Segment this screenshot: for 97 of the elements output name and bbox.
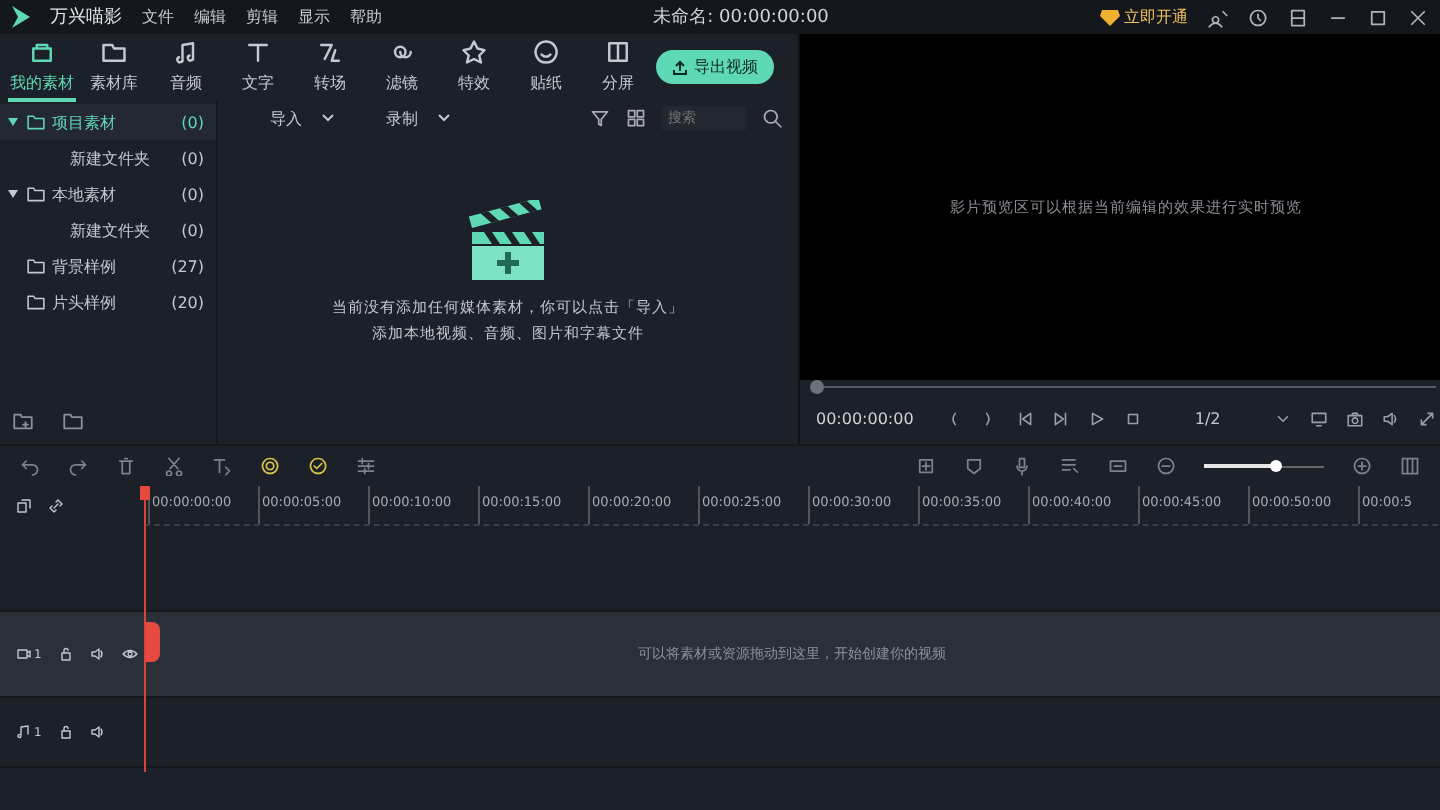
folder-icon[interactable] [62, 412, 84, 432]
user-icon[interactable] [1208, 7, 1228, 27]
music-note-icon [16, 724, 32, 740]
sliders-icon[interactable] [356, 456, 376, 476]
category-tab[interactable]: 滤镜 [368, 33, 436, 101]
project-title: 未命名: 00:00:00:00 [653, 5, 829, 30]
sticker-icon [532, 37, 560, 65]
folder-item[interactable]: 片头样例 (20) [0, 284, 216, 320]
monitor-icon[interactable] [1309, 409, 1328, 427]
folder-icon [26, 113, 46, 131]
menu-item[interactable]: 帮助 [350, 6, 382, 28]
marker-icon[interactable] [964, 456, 984, 476]
undo-icon[interactable] [20, 456, 40, 476]
folder-item[interactable]: 本地素材 (0) [0, 176, 216, 212]
item-count: (20) [171, 293, 204, 311]
previous-frame-icon[interactable] [1015, 409, 1034, 427]
menu-item[interactable]: 文件 [142, 6, 174, 28]
item-count: (27) [171, 257, 204, 275]
link-icon[interactable] [48, 498, 64, 514]
speaker-icon[interactable] [89, 724, 106, 740]
stop-icon[interactable] [1123, 409, 1142, 427]
category-tab[interactable]: 文字 [224, 33, 292, 101]
maximize-icon[interactable] [1368, 7, 1388, 27]
category-tab[interactable]: 音频 [152, 33, 220, 101]
grid-icon[interactable] [626, 108, 646, 128]
vip-button[interactable]: 立即开通 [1100, 6, 1188, 28]
subtitle-icon[interactable] [1108, 456, 1128, 476]
zoom-out-icon[interactable] [1156, 456, 1176, 476]
zoom-in-icon[interactable] [1352, 456, 1372, 476]
item-count: (0) [181, 113, 204, 131]
app-name: 万兴喵影 [50, 5, 122, 30]
lock-icon[interactable] [57, 724, 74, 740]
menu-item[interactable]: 显示 [298, 6, 330, 28]
item-count: (0) [181, 221, 204, 239]
folder-name: 新建文件夹 [70, 147, 150, 169]
new-folder-icon[interactable] [12, 412, 34, 432]
folder-item[interactable]: 新建文件夹 (0) [0, 212, 216, 248]
search-icon[interactable] [762, 108, 782, 128]
speaker-icon[interactable] [1381, 409, 1400, 427]
close-icon[interactable] [1408, 7, 1428, 27]
columns-icon[interactable] [1400, 456, 1420, 476]
layout-icon[interactable] [1288, 7, 1308, 27]
menu-item[interactable]: 剪辑 [246, 6, 278, 28]
folder-name: 背景样例 [52, 255, 116, 277]
playhead-grip[interactable] [146, 622, 160, 662]
effect-icon [460, 37, 488, 65]
folder-name: 项目素材 [52, 111, 116, 133]
folder-name: 本地素材 [52, 183, 116, 205]
play-icon[interactable] [1087, 409, 1106, 427]
upload-icon [672, 59, 688, 75]
folder-item[interactable]: 项目素材 (0) [0, 104, 216, 140]
clock-icon[interactable] [1248, 7, 1268, 27]
expanded-caret-icon[interactable] [8, 190, 18, 198]
color-ring-icon[interactable] [308, 456, 328, 476]
chevron-down-icon [322, 114, 334, 122]
folder-icon [26, 185, 46, 203]
export-button[interactable]: 导出视频 [656, 50, 774, 84]
audio-icon [172, 37, 200, 65]
category-tab[interactable]: 分屏 [584, 33, 652, 101]
menu-item[interactable]: 编辑 [194, 6, 226, 28]
playback-speed-dropdown[interactable]: 1/2 [1171, 407, 1244, 429]
folder-name: 片头样例 [52, 291, 116, 313]
lock-icon[interactable] [57, 646, 74, 662]
folder-item[interactable]: 新建文件夹 (0) [0, 140, 216, 176]
add-track-icon[interactable] [16, 498, 32, 514]
expanded-caret-icon[interactable] [8, 118, 18, 126]
category-tab[interactable]: 贴纸 [512, 33, 580, 101]
redo-icon[interactable] [68, 456, 88, 476]
item-count: (0) [181, 149, 204, 167]
microphone-icon[interactable] [1012, 456, 1032, 476]
video-track-icon [16, 646, 32, 662]
diamond-icon [1100, 9, 1120, 25]
speed-ring-icon[interactable] [260, 456, 280, 476]
folder-name: 新建文件夹 [70, 219, 150, 241]
camera-icon[interactable] [1345, 409, 1364, 427]
folder-item[interactable]: 背景样例 (27) [0, 248, 216, 284]
category-tab[interactable]: 转场 [296, 33, 364, 101]
next-frame-icon[interactable] [1051, 409, 1070, 427]
fullscreen-icon[interactable] [1417, 409, 1436, 427]
category-tab[interactable]: 素材库 [80, 33, 148, 101]
category-tab[interactable]: 特效 [440, 33, 508, 101]
split-icon [604, 37, 632, 65]
text-icon[interactable] [212, 456, 232, 476]
item-count: (0) [181, 185, 204, 203]
app-logo-icon [12, 6, 30, 28]
timecode: 00:00:00:00 [816, 409, 914, 427]
dropdown[interactable]: 录制 [374, 105, 474, 131]
speaker-icon[interactable] [89, 646, 106, 662]
playhead-handle[interactable] [140, 486, 150, 500]
filter-icon[interactable] [590, 108, 610, 128]
dropdown[interactable]: 导入 [258, 105, 358, 131]
trash-icon[interactable] [116, 456, 136, 476]
zoom-handle[interactable] [1270, 460, 1282, 472]
chevron-down-icon [438, 114, 450, 122]
zoom-slider[interactable] [1204, 458, 1324, 474]
eye-icon[interactable] [121, 646, 138, 662]
scissors-icon[interactable] [164, 456, 184, 476]
